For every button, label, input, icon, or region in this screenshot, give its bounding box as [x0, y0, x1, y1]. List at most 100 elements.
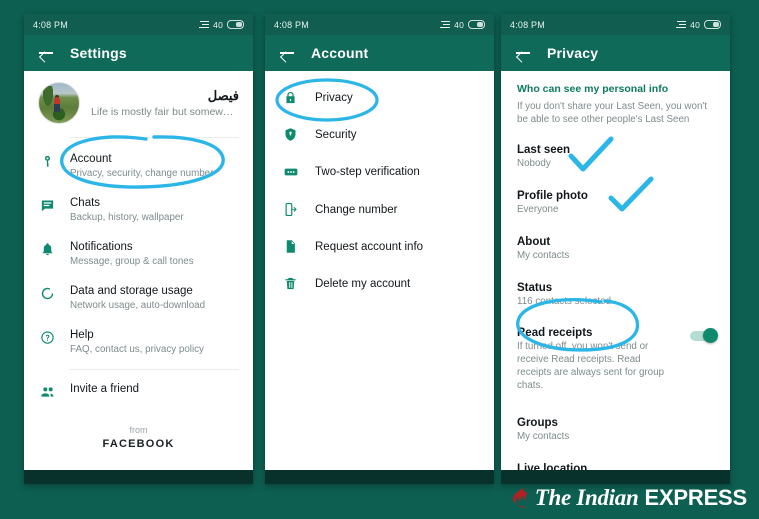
back-arrow-icon[interactable]	[515, 45, 531, 61]
sidebar-item-account-text: Account Privacy, security, change number	[70, 152, 239, 180]
signal-icon	[439, 20, 451, 29]
battery-icon	[704, 20, 721, 29]
account-item-privacy[interactable]: Privacy	[265, 79, 494, 116]
item-title: Data and storage usage	[70, 285, 193, 298]
item-title: Chats	[70, 197, 101, 210]
privacy-item-last-seen[interactable]: Last seen Nobody	[501, 134, 730, 180]
profile-name: فيصل	[207, 87, 239, 103]
phone-panel-privacy: 4:08 PM 40 Privacy Who can see my person…	[501, 14, 730, 484]
battery-level-label: 40	[690, 19, 700, 30]
account-item-two-step-verification[interactable]: Two-step verification	[265, 153, 494, 191]
signal-icon	[675, 20, 687, 29]
shield-icon	[281, 127, 300, 142]
profile-about: Life is mostly fair but somewhere someon…	[91, 106, 239, 119]
divider	[70, 137, 239, 138]
status-bar-icons: 40	[675, 20, 721, 30]
system-nav-bar	[265, 470, 494, 484]
sidebar-item-invite-a-friend[interactable]: Invite a friend	[24, 374, 253, 409]
item-title: Account	[70, 153, 112, 165]
account-item-label: Delete my account	[315, 277, 411, 290]
privacy-item-value: 116 contacts selected	[517, 295, 612, 307]
privacy-item-title: Profile photo	[517, 190, 588, 203]
account-item-security[interactable]: Security	[265, 116, 494, 153]
read-receipts-toggle[interactable]	[690, 328, 718, 344]
back-arrow-icon[interactable]	[279, 45, 295, 61]
privacy-item-status[interactable]: Status 116 contacts selected	[501, 272, 730, 318]
privacy-item-about[interactable]: About My contacts	[501, 226, 730, 272]
profile-row[interactable]: فيصل Life is mostly fair but somewhere s…	[24, 71, 253, 133]
status-bar-time: 4:08 PM	[510, 19, 545, 30]
item-title: Notifications	[70, 241, 133, 254]
toggle-knob	[703, 328, 718, 344]
screenshot-root: 4:08 PM 40 Settings فيصل Life is mostly …	[0, 0, 759, 519]
account-item-change-number[interactable]: Change number	[265, 191, 494, 228]
item-subtitle: Message, group & call tones	[70, 256, 194, 268]
status-bar-icons: 40	[198, 20, 244, 30]
trash-icon	[281, 276, 300, 291]
privacy-item-title: Read receipts	[517, 327, 593, 340]
key-icon	[38, 152, 57, 169]
back-arrow-icon[interactable]	[38, 45, 54, 61]
sidebar-item-notifications-text: Notifications Message, group & call tone…	[70, 240, 239, 268]
item-title: Invite a friend	[70, 382, 140, 395]
account-item-request-account-info[interactable]: Request account info	[265, 228, 494, 265]
account-screen: Privacy Security Two-step verification C…	[265, 71, 494, 484]
avatar[interactable]	[38, 82, 80, 124]
account-item-delete-my-account[interactable]: Delete my account	[265, 265, 494, 302]
privacy-item-groups[interactable]: Groups My contacts	[501, 407, 730, 453]
watermark-express: EXPRESS	[644, 485, 747, 510]
account-item-label: Privacy	[315, 91, 353, 104]
help-icon	[38, 328, 57, 345]
page-title: Account	[311, 45, 369, 61]
section-header: Who can see my personal info	[517, 83, 669, 95]
privacy-item-value: Everyone	[517, 204, 559, 216]
system-nav-bar	[501, 470, 730, 484]
status-bar-time: 4:08 PM	[274, 19, 309, 30]
privacy-item-value: If turned off, you won't send or receive…	[517, 341, 665, 391]
privacy-item-title: Groups	[517, 417, 558, 430]
footer-from-label: from	[129, 424, 148, 435]
phone-panel-settings: 4:08 PM 40 Settings فيصل Life is mostly …	[24, 14, 253, 484]
signal-icon	[198, 20, 210, 29]
sidebar-item-data-and-storage-usage[interactable]: Data and storage usage Network usage, au…	[24, 276, 253, 320]
people-icon	[38, 382, 57, 400]
privacy-item-title: About	[517, 235, 551, 248]
footer-brand-label: FACEBOOK	[102, 437, 175, 450]
privacy-screen: Who can see my personal info If you don'…	[501, 71, 730, 484]
settings-list: Account Privacy, security, change number…	[24, 142, 253, 450]
privacy-item-read-receipts[interactable]: Read receipts If turned off, you won't s…	[501, 317, 730, 401]
watermark-the-indian-express: The Indian EXPRESS	[512, 485, 747, 511]
chat-icon	[38, 196, 57, 213]
data-icon	[38, 284, 57, 301]
account-item-label: Change number	[315, 203, 398, 216]
item-subtitle: Network usage, auto-download	[70, 300, 206, 312]
status-bar: 4:08 PM 40	[24, 14, 253, 35]
app-bar-privacy: Privacy	[501, 35, 730, 71]
item-subtitle: FAQ, contact us, privacy policy	[70, 344, 204, 356]
sidebar-item-chats-text: Chats Backup, history, wallpaper	[70, 196, 239, 224]
privacy-item-profile-photo[interactable]: Profile photo Everyone	[501, 180, 730, 226]
sidebar-item-account[interactable]: Account Privacy, security, change number	[24, 144, 253, 188]
sidebar-item-help[interactable]: Help FAQ, contact us, privacy policy	[24, 320, 253, 364]
page-title: Settings	[70, 45, 127, 61]
section-note: If you don't share your Last Seen, you w…	[517, 101, 707, 126]
item-subtitle: Backup, history, wallpaper	[70, 211, 184, 223]
sidebar-item-data-text: Data and storage usage Network usage, au…	[70, 284, 239, 312]
sidebar-item-notifications[interactable]: Notifications Message, group & call tone…	[24, 232, 253, 276]
avatar-person	[54, 97, 61, 113]
battery-icon	[227, 20, 244, 29]
system-nav-bar	[24, 470, 253, 484]
privacy-item-value: My contacts	[517, 249, 570, 261]
sidebar-item-chats[interactable]: Chats Backup, history, wallpaper	[24, 188, 253, 232]
profile-text: فيصل Life is mostly fair but somewhere s…	[91, 88, 239, 119]
account-item-label: Two-step verification	[315, 166, 420, 178]
battery-level-label: 40	[454, 19, 464, 30]
app-bar-account: Account	[265, 35, 494, 71]
flame-logo-icon	[512, 488, 529, 508]
sidebar-item-invite-text: Invite a friend	[70, 382, 239, 396]
twostep-icon	[281, 164, 300, 180]
status-bar-time: 4:08 PM	[33, 19, 68, 30]
privacy-item-title: Status	[517, 281, 553, 294]
sidebar-item-help-text: Help FAQ, contact us, privacy policy	[70, 328, 239, 356]
document-icon	[281, 239, 300, 254]
